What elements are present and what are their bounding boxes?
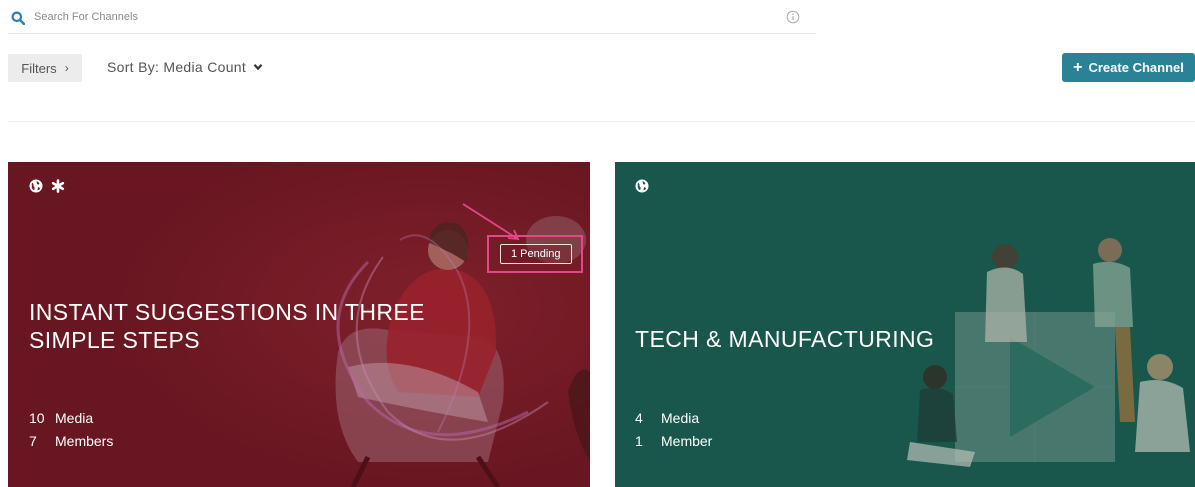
info-icon[interactable] <box>786 10 800 24</box>
chevron-right-icon: › <box>64 61 69 75</box>
sort-dropdown[interactable]: Sort By: Media Count <box>107 59 263 75</box>
highlight-box <box>487 235 583 273</box>
globe-icon <box>635 179 649 193</box>
sort-label: Sort By: Media Count <box>107 59 247 75</box>
channel-stats: 4 Media 1 Member <box>635 407 712 453</box>
asterisk-icon <box>51 179 65 193</box>
filters-label: Filters <box>21 60 57 76</box>
members-stat: 7 Members <box>29 430 113 453</box>
members-count: 7 <box>29 433 37 449</box>
channel-icons <box>635 179 649 193</box>
media-count: 4 <box>635 410 643 426</box>
globe-icon <box>29 179 43 193</box>
channel-stats: 10 Media 7 Members <box>29 407 113 453</box>
search-input[interactable] <box>34 8 734 26</box>
channel-title: TECH & MANUFACTURING <box>635 326 935 352</box>
media-label: Media <box>55 410 94 426</box>
search-bar <box>8 0 816 34</box>
media-stat: 10 Media <box>29 407 113 430</box>
create-channel-button[interactable]: + Create Channel <box>1062 53 1195 82</box>
members-label: Members <box>55 433 114 449</box>
chevron-down-icon <box>253 64 263 71</box>
create-channel-label: Create Channel <box>1088 60 1184 75</box>
divider <box>8 121 1195 122</box>
media-count: 10 <box>29 410 45 426</box>
media-stat: 4 Media <box>635 407 712 430</box>
search-icon <box>11 11 25 25</box>
members-count: 1 <box>635 433 643 449</box>
channel-card[interactable]: TECH & MANUFACTURING 4 Media 1 Member <box>615 162 1195 487</box>
channel-title: INSTANT SUGGESTIONS IN THREE SIMPLE STEP… <box>29 299 425 353</box>
members-stat: 1 Member <box>635 430 712 453</box>
plus-icon: + <box>1073 58 1083 76</box>
media-label: Media <box>661 410 700 426</box>
filters-button[interactable]: Filters › <box>8 54 82 82</box>
channel-card[interactable]: 1 Pending INSTANT SUGGESTIONS IN THREE S… <box>8 162 590 487</box>
members-label: Member <box>661 433 713 449</box>
channel-icons <box>29 179 65 193</box>
